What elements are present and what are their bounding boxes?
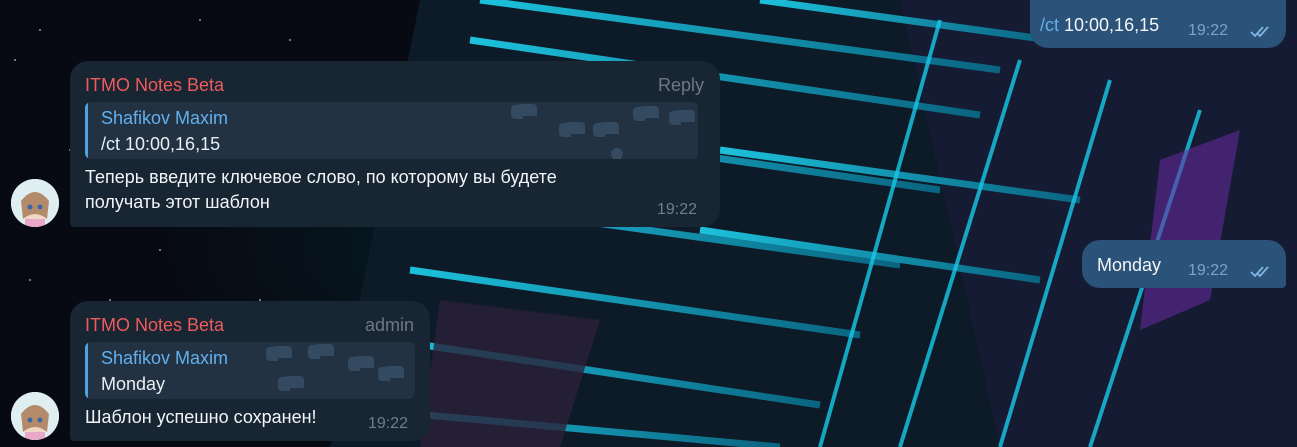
- reply-bar: [85, 102, 88, 159]
- message-time: 19:22: [1188, 22, 1229, 39]
- bot-avatar[interactable]: [11, 179, 59, 227]
- reply-preview[interactable]: Shafikov Maxim Monday: [85, 342, 415, 399]
- message-text-line-2: получать этот шаблон: [85, 192, 270, 212]
- sender-name[interactable]: ITMO Notes Beta: [85, 315, 224, 336]
- command-args: 10:00,16,15: [1059, 15, 1160, 35]
- message-outgoing-command[interactable]: /ct 10:00,16,15 19:22: [1030, 0, 1286, 48]
- bot-avatar[interactable]: [11, 392, 59, 440]
- reply-preview[interactable]: Shafikov Maxim /ct 10:00,16,15: [85, 102, 698, 159]
- message-outgoing-keyword[interactable]: Monday 19:22: [1082, 240, 1286, 288]
- command-link[interactable]: /ct: [1040, 15, 1059, 35]
- message-time: 19:22: [368, 415, 409, 432]
- reply-author: Shafikov Maxim: [101, 348, 229, 368]
- message-text: Monday: [1097, 255, 1162, 275]
- message-time: 19:22: [1188, 262, 1229, 279]
- message-incoming-prompt[interactable]: ITMO Notes Beta Reply Shafikov Maxim /ct…: [70, 61, 720, 227]
- message-text: Шаблон успешно сохранен!: [85, 407, 317, 427]
- sender-name[interactable]: ITMO Notes Beta: [85, 75, 224, 96]
- message-text: /ct 10:00,16,15: [1040, 13, 1159, 38]
- double-check-icon: [1250, 26, 1269, 38]
- reply-author: Shafikov Maxim: [101, 108, 229, 128]
- python-logo-pattern-icon: [266, 344, 404, 391]
- reply-text: /ct 10:00,16,15: [101, 134, 221, 154]
- reply-bar: [85, 342, 88, 399]
- message-time: 19:22: [657, 201, 698, 218]
- message-text-line-1: Теперь введите ключевое слово, по которо…: [85, 167, 557, 187]
- double-check-icon: [1250, 266, 1269, 278]
- reply-text: Monday: [101, 374, 166, 394]
- reply-tag: Reply: [657, 75, 704, 95]
- python-logo-pattern-icon: [511, 104, 695, 159]
- message-incoming-confirmation[interactable]: ITMO Notes Beta admin Shafikov Maxim Mon…: [70, 301, 430, 441]
- admin-badge: admin: [364, 315, 414, 335]
